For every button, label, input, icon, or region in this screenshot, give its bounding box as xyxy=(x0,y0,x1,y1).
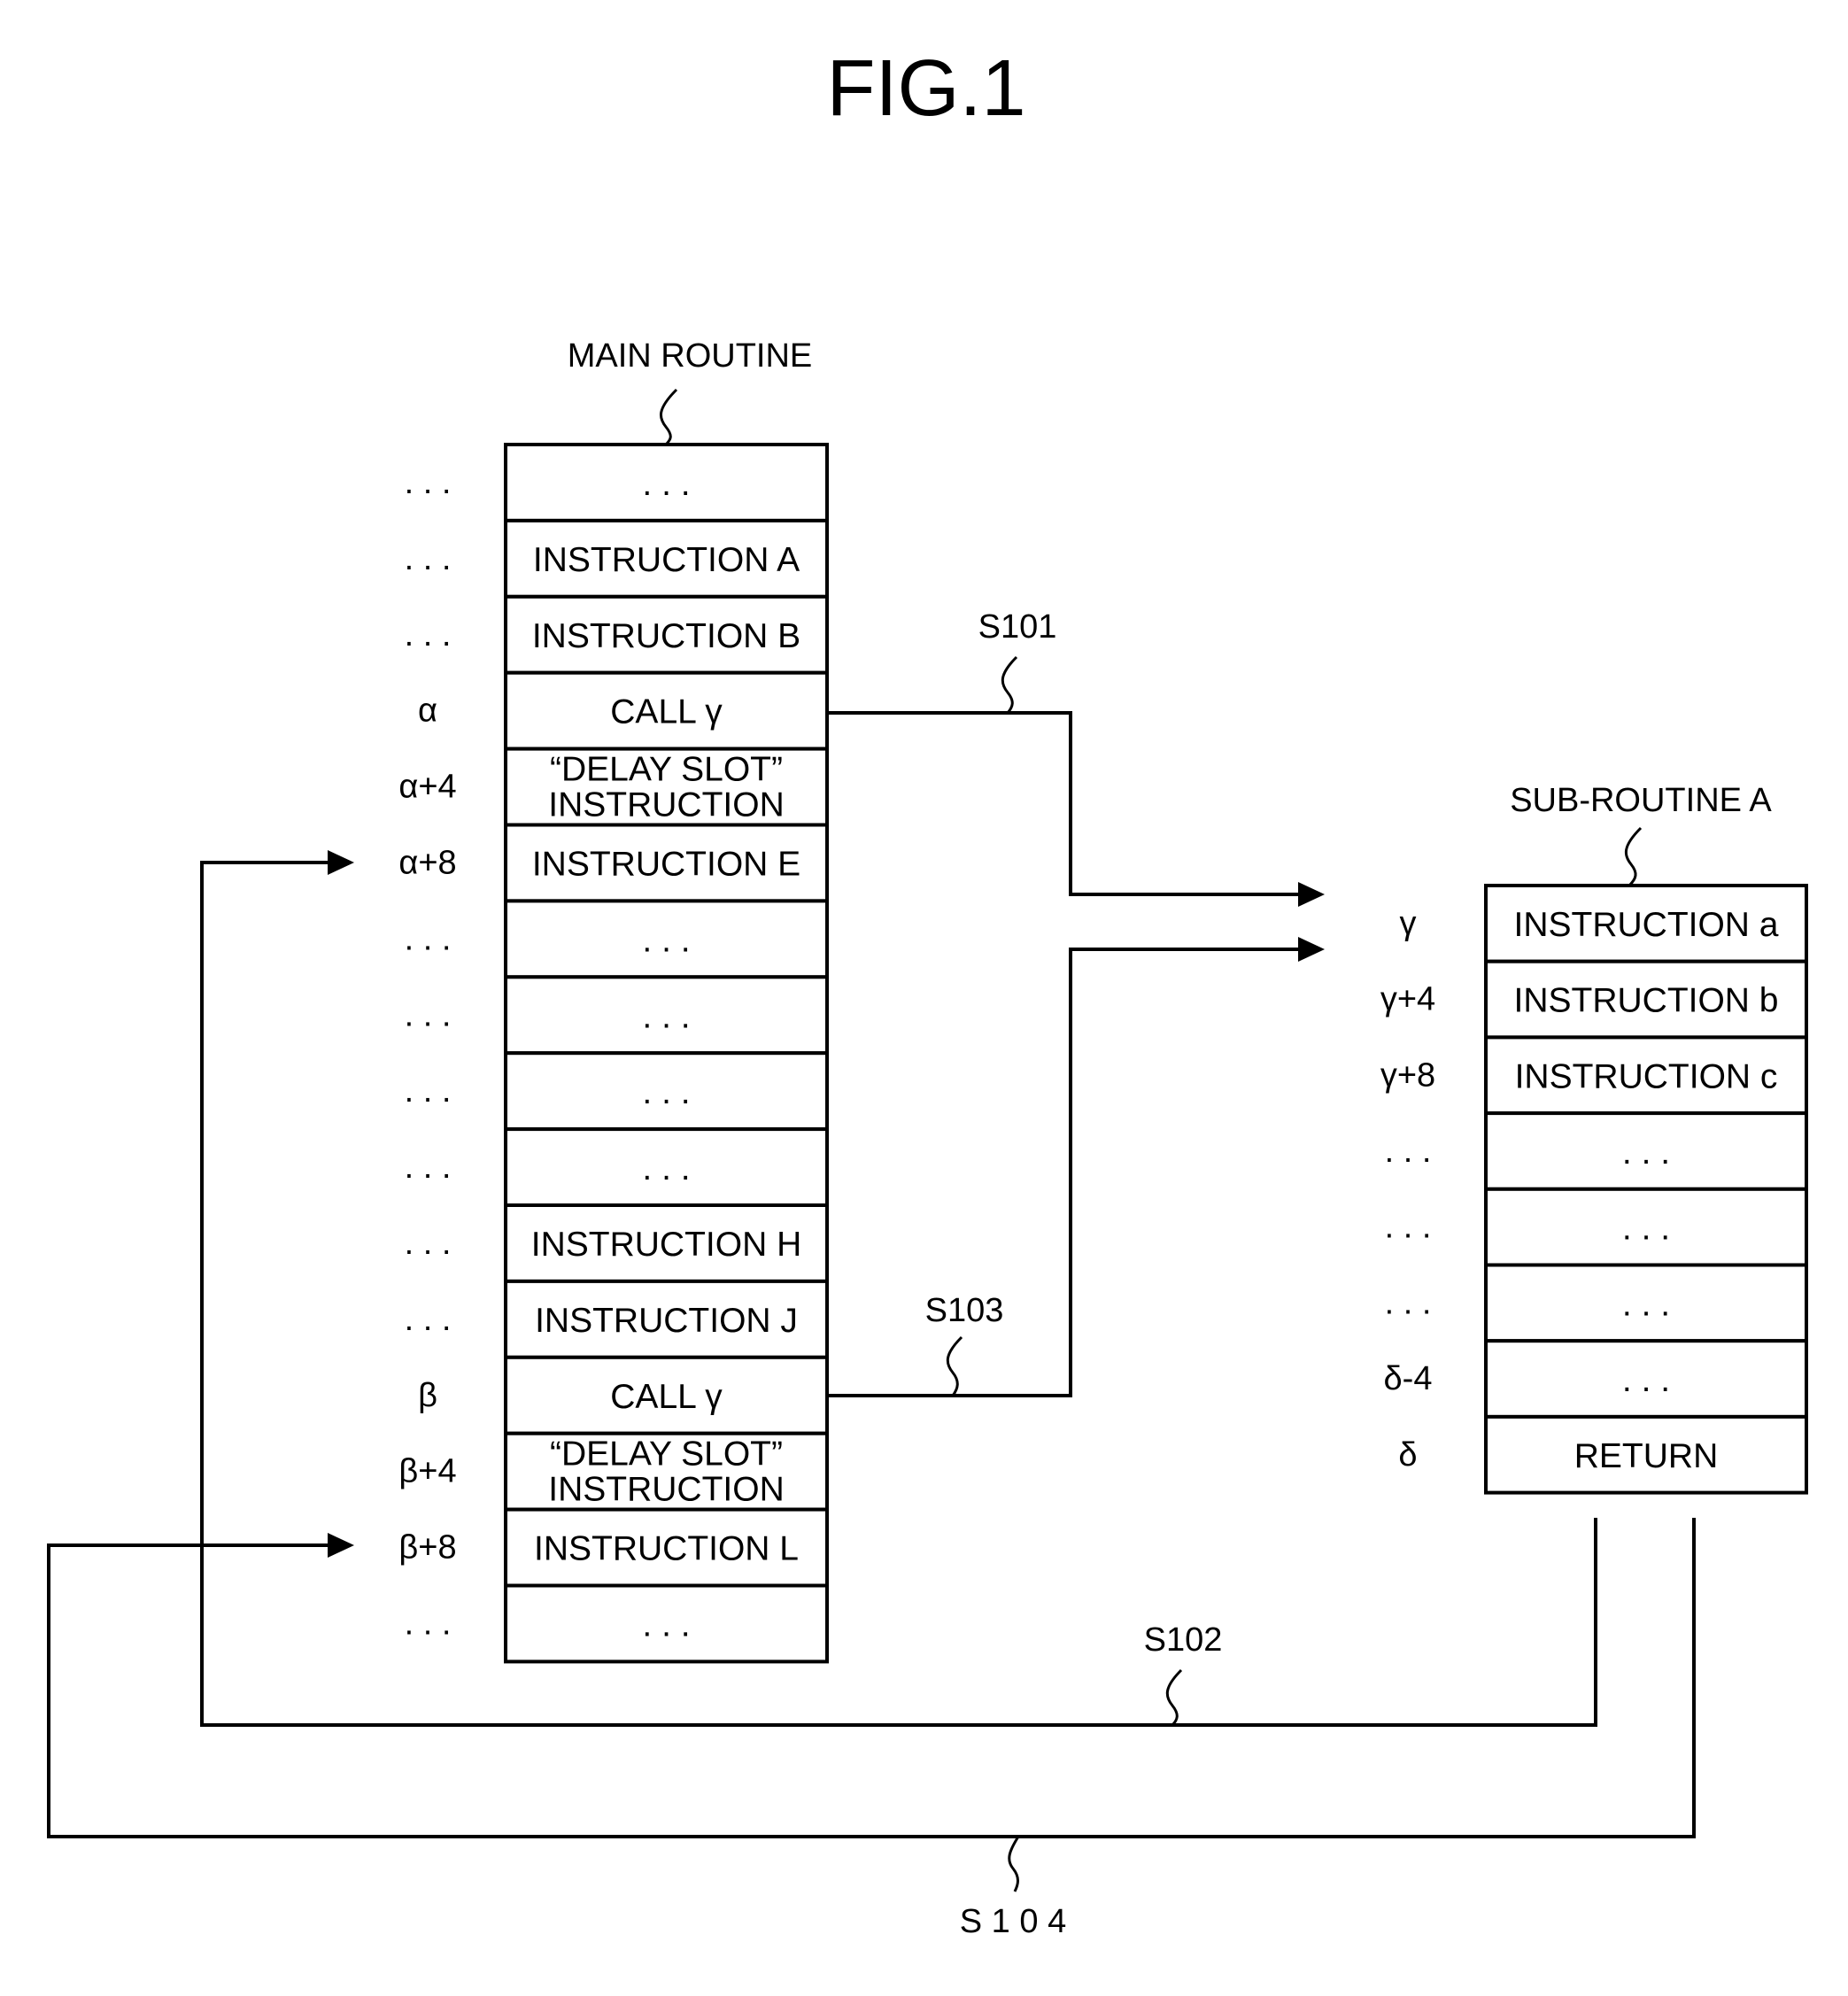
cell-text: . . . xyxy=(1622,1285,1670,1323)
address-label: . . . xyxy=(405,1301,452,1338)
address-label: . . . xyxy=(1385,1133,1432,1170)
s104-leader xyxy=(1008,1836,1020,1892)
s101-leader xyxy=(1001,655,1018,714)
cell-text: INSTRUCTION xyxy=(548,1471,785,1509)
sub-routine-row: . . . δ-4 xyxy=(1384,1339,1808,1419)
sub-routine-row: . . . . . . xyxy=(1385,1263,1808,1343)
main-routine-row: . . . . . . xyxy=(405,443,829,522)
s104-label: S 1 0 4 xyxy=(960,1903,1066,1940)
cell-text: “DELAY SLOT” xyxy=(550,751,783,789)
address-label: . . . xyxy=(405,1225,452,1262)
s103-arrow-icon xyxy=(1298,937,1325,962)
address-label: α+8 xyxy=(398,844,456,881)
main-routine-row: . . . . . . xyxy=(405,1127,829,1207)
address-label: α+4 xyxy=(398,769,456,806)
cell-text: “DELAY SLOT” xyxy=(550,1435,783,1474)
address-label: . . . xyxy=(1385,1209,1432,1246)
s104-flow-line xyxy=(47,1518,1696,1838)
cell-text: INSTRUCTION J xyxy=(535,1302,798,1340)
sub-routine-label: SUB-ROUTINE A xyxy=(1510,782,1772,819)
cell-text: . . . xyxy=(1622,1133,1670,1172)
main-routine-row: “DELAY SLOT”INSTRUCTION β+4 xyxy=(398,1431,829,1512)
sub-routine-leader xyxy=(1624,826,1643,887)
cell-text: . . . xyxy=(1622,1210,1670,1248)
address-label: . . . xyxy=(405,996,452,1033)
cell-text: . . . xyxy=(642,921,690,959)
address-label: . . . xyxy=(405,464,452,501)
main-routine-label: MAIN ROUTINE xyxy=(568,337,813,375)
main-routine-row: INSTRUCTION J . . . xyxy=(405,1279,829,1359)
cell-text: . . . xyxy=(642,1149,690,1188)
sub-routine-row: . . . . . . xyxy=(1385,1111,1808,1191)
cell-text: INSTRUCTION H xyxy=(531,1226,802,1264)
sub-routine-row: RETURN δ xyxy=(1398,1414,1808,1495)
main-routine-row: “DELAY SLOT”INSTRUCTION α+4 xyxy=(398,747,829,827)
cell-text: INSTRUCTION xyxy=(548,786,785,824)
cell-text: INSTRUCTION b xyxy=(1513,982,1778,1020)
s101-flow-line xyxy=(827,711,1302,896)
figure-title: FIG.1 xyxy=(826,44,1025,133)
cell-text: INSTRUCTION E xyxy=(532,845,800,883)
sub-routine-row: INSTRUCTION a γ xyxy=(1400,884,1808,963)
address-label: . . . xyxy=(405,1072,452,1110)
sub-routine-row: . . . . . . xyxy=(1385,1187,1808,1267)
s102-label: S102 xyxy=(1144,1621,1223,1659)
cell-text: . . . xyxy=(642,1073,690,1111)
main-routine-row: . . . . . . xyxy=(405,899,829,979)
main-routine-row: INSTRUCTION E α+8 xyxy=(398,823,829,903)
address-label: . . . xyxy=(405,1605,452,1642)
main-routine-row: CALL γ β xyxy=(418,1355,829,1435)
cell-text: CALL γ xyxy=(610,1378,723,1416)
sub-routine-row: INSTRUCTION c γ+8 xyxy=(1380,1035,1808,1116)
address-label: . . . xyxy=(405,920,452,957)
s101-label: S101 xyxy=(978,608,1057,646)
sub-routine-table: INSTRUCTION aγINSTRUCTION bγ+4INSTRUCTIO… xyxy=(1380,884,1808,1495)
cell-text: . . . xyxy=(642,997,690,1035)
address-label: α xyxy=(418,692,437,730)
main-routine-row: . . . . . . xyxy=(405,1583,829,1664)
sub-routine-row: INSTRUCTION b γ+4 xyxy=(1380,959,1808,1040)
address-label: δ-4 xyxy=(1384,1360,1433,1397)
main-routine-row: INSTRUCTION A . . . xyxy=(405,518,829,599)
address-label: γ+4 xyxy=(1380,981,1435,1018)
cell-text: INSTRUCTION L xyxy=(534,1530,799,1568)
s102-leader xyxy=(1165,1668,1183,1727)
main-routine-row: INSTRUCTION L β+8 xyxy=(398,1507,829,1588)
main-routine-row: CALL γ α xyxy=(418,670,829,751)
fig1-diagram: FIG.1 MAIN ROUTINE SUB-ROUTINE A . . .. … xyxy=(47,44,1808,1940)
main-routine-table: . . .. . .INSTRUCTION A. . .INSTRUCTION … xyxy=(398,443,829,1664)
address-label: β+8 xyxy=(398,1529,456,1567)
address-label: . . . xyxy=(405,540,452,577)
main-routine-row: . . . . . . xyxy=(405,975,829,1056)
s103-leader xyxy=(946,1335,963,1396)
s103-label: S103 xyxy=(925,1292,1004,1329)
cell-text: INSTRUCTION B xyxy=(532,617,800,655)
cell-text: RETURN xyxy=(1574,1437,1719,1475)
address-label: . . . xyxy=(1385,1284,1432,1321)
cell-text: INSTRUCTION A xyxy=(533,541,800,579)
cell-text: CALL γ xyxy=(610,693,723,731)
s102-arrow-icon xyxy=(328,850,354,875)
address-label: β+4 xyxy=(398,1453,456,1490)
address-label: γ+8 xyxy=(1380,1056,1435,1094)
s104-arrow-icon xyxy=(328,1533,354,1558)
cell-text: . . . xyxy=(642,1605,690,1644)
s101-arrow-icon xyxy=(1298,882,1325,907)
main-routine-row: INSTRUCTION H . . . xyxy=(405,1203,829,1283)
address-label: . . . xyxy=(405,1149,452,1186)
main-routine-leader xyxy=(659,388,678,446)
cell-text: . . . xyxy=(1622,1361,1670,1399)
main-routine-row: . . . . . . xyxy=(405,1051,829,1132)
address-label: . . . xyxy=(405,616,452,654)
cell-text: INSTRUCTION c xyxy=(1515,1057,1778,1095)
address-label: δ xyxy=(1398,1436,1417,1474)
address-label: γ xyxy=(1400,905,1417,942)
main-routine-row: INSTRUCTION B . . . xyxy=(405,594,829,675)
cell-text: INSTRUCTION a xyxy=(1513,906,1778,944)
address-label: β xyxy=(418,1377,437,1414)
cell-text: . . . xyxy=(642,465,690,503)
s103-flow-line xyxy=(827,948,1302,1397)
